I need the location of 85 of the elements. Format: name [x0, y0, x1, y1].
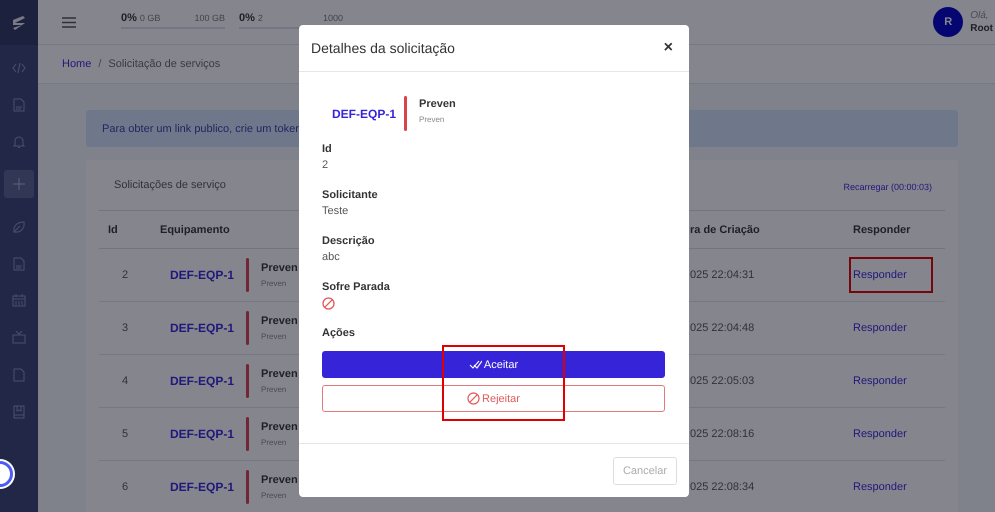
- column-header: Equipamento: [160, 224, 231, 236]
- field-label: Solicitante: [322, 189, 379, 201]
- column-header: Id: [107, 224, 119, 236]
- equipment-title: Preven: [419, 98, 456, 110]
- breadcrumb-item[interactable]: Home: [62, 58, 92, 70]
- double-check-icon: [468, 359, 482, 370]
- equipment-code[interactable]: DEF-EQP-1: [160, 427, 236, 441]
- greeting: Olá,: [970, 9, 990, 22]
- usage-percent: 0%: [239, 12, 255, 24]
- tv-icon[interactable]: [12, 331, 26, 344]
- close-button[interactable]: ×: [662, 39, 675, 57]
- column-header: ra de Criação: [690, 224, 761, 236]
- status-bar-marker: [246, 364, 249, 398]
- column-header: Responder: [853, 224, 912, 236]
- field-label: Id: [322, 143, 333, 155]
- responder-link[interactable]: Responder: [849, 310, 933, 346]
- equipment-title: Preven: [261, 262, 298, 274]
- field-value: 2: [322, 159, 330, 171]
- responder-link[interactable]: Responder: [849, 469, 933, 505]
- field-label: Descrição: [322, 235, 376, 247]
- user-name: Root: [970, 22, 993, 35]
- ban-icon: [467, 392, 480, 405]
- equipment-subtitle: Preven: [261, 438, 288, 447]
- equipment-title: Preven: [261, 421, 298, 433]
- alert-text: Para obter um link publico, crie um toker: [102, 122, 299, 134]
- document-icon[interactable]: [13, 256, 25, 270]
- modal-title: Detalhes da solicitação: [311, 40, 455, 56]
- logo-icon[interactable]: [11, 14, 27, 30]
- status-bar-marker: [246, 311, 249, 345]
- table-cell-text: 5: [121, 428, 130, 440]
- usage-limit: 1000: [322, 12, 343, 22]
- status-bar-marker: [404, 96, 407, 131]
- equipment-subtitle: Preven: [261, 332, 288, 341]
- table-cell-text: 025 22:08:16: [690, 428, 756, 440]
- responder-link[interactable]: Responder: [849, 363, 933, 399]
- responder-link[interactable]: Responder: [849, 257, 933, 293]
- field-value: Teste: [322, 205, 350, 217]
- equipment-subtitle: Preven: [261, 279, 288, 288]
- file-icon[interactable]: [13, 368, 25, 382]
- equipment-subtitle: Preven: [261, 385, 288, 394]
- table-cell-text: 025 22:04:31: [690, 269, 756, 281]
- equipment-code[interactable]: DEF-EQP-1: [160, 321, 236, 335]
- field-label: Sofre Parada: [322, 281, 391, 293]
- status-bar-marker: [246, 417, 249, 451]
- calendar-icon[interactable]: [12, 294, 26, 307]
- bell-icon[interactable]: [13, 134, 25, 148]
- usage-value: 0 GB: [140, 12, 160, 22]
- field-value: abc: [322, 251, 341, 263]
- reject-button[interactable]: Rejeitar: [322, 385, 665, 412]
- field-label: Ações: [322, 327, 356, 339]
- equipment-title: Preven: [261, 368, 298, 380]
- usage-value: 2: [258, 12, 263, 22]
- book-icon[interactable]: [13, 404, 25, 418]
- accept-button[interactable]: Aceitar: [322, 351, 665, 378]
- table-cell-text: 025 22:08:34: [690, 481, 756, 493]
- usage-limit: 100 GB: [194, 12, 225, 22]
- equipment-code[interactable]: DEF-EQP-1: [322, 106, 404, 120]
- leaf-icon[interactable]: [12, 220, 26, 234]
- reload-link[interactable]: Recarregar (00:00:03): [843, 182, 932, 192]
- breadcrumb-separator: /: [98, 58, 102, 70]
- table-cell-text: 2: [121, 269, 130, 281]
- add-button[interactable]: [4, 170, 34, 198]
- equipment-code[interactable]: DEF-EQP-1: [160, 480, 236, 494]
- equipment-title: Preven: [261, 315, 298, 327]
- breadcrumb-item: Solicitação de serviços: [108, 58, 220, 70]
- menu-icon[interactable]: [62, 16, 76, 28]
- responder-link[interactable]: Responder: [849, 416, 933, 452]
- table-cell-text: 025 22:04:48: [690, 322, 756, 334]
- equipment-subtitle: Preven: [419, 114, 446, 124]
- plus-icon: [13, 178, 25, 190]
- code-icon[interactable]: [12, 62, 26, 74]
- usage-percent: 0%: [121, 12, 137, 24]
- document-icon[interactable]: [13, 98, 25, 112]
- table-cell-text: 025 22:05:03: [690, 375, 756, 387]
- equipment-title: Preven: [261, 474, 298, 486]
- equipment-subtitle: Preven: [261, 491, 288, 500]
- status-bar-marker: [246, 470, 249, 504]
- equipment-code[interactable]: DEF-EQP-1: [160, 374, 236, 388]
- table-cell-text: 3: [121, 322, 130, 334]
- status-bar-marker: [246, 258, 249, 292]
- card-title: Solicitações de serviço: [114, 179, 226, 191]
- avatar[interactable]: R: [933, 7, 964, 37]
- table-cell-text: 6: [121, 481, 130, 493]
- table-cell-text: 4: [121, 375, 130, 387]
- equipment-code[interactable]: DEF-EQP-1: [160, 268, 236, 282]
